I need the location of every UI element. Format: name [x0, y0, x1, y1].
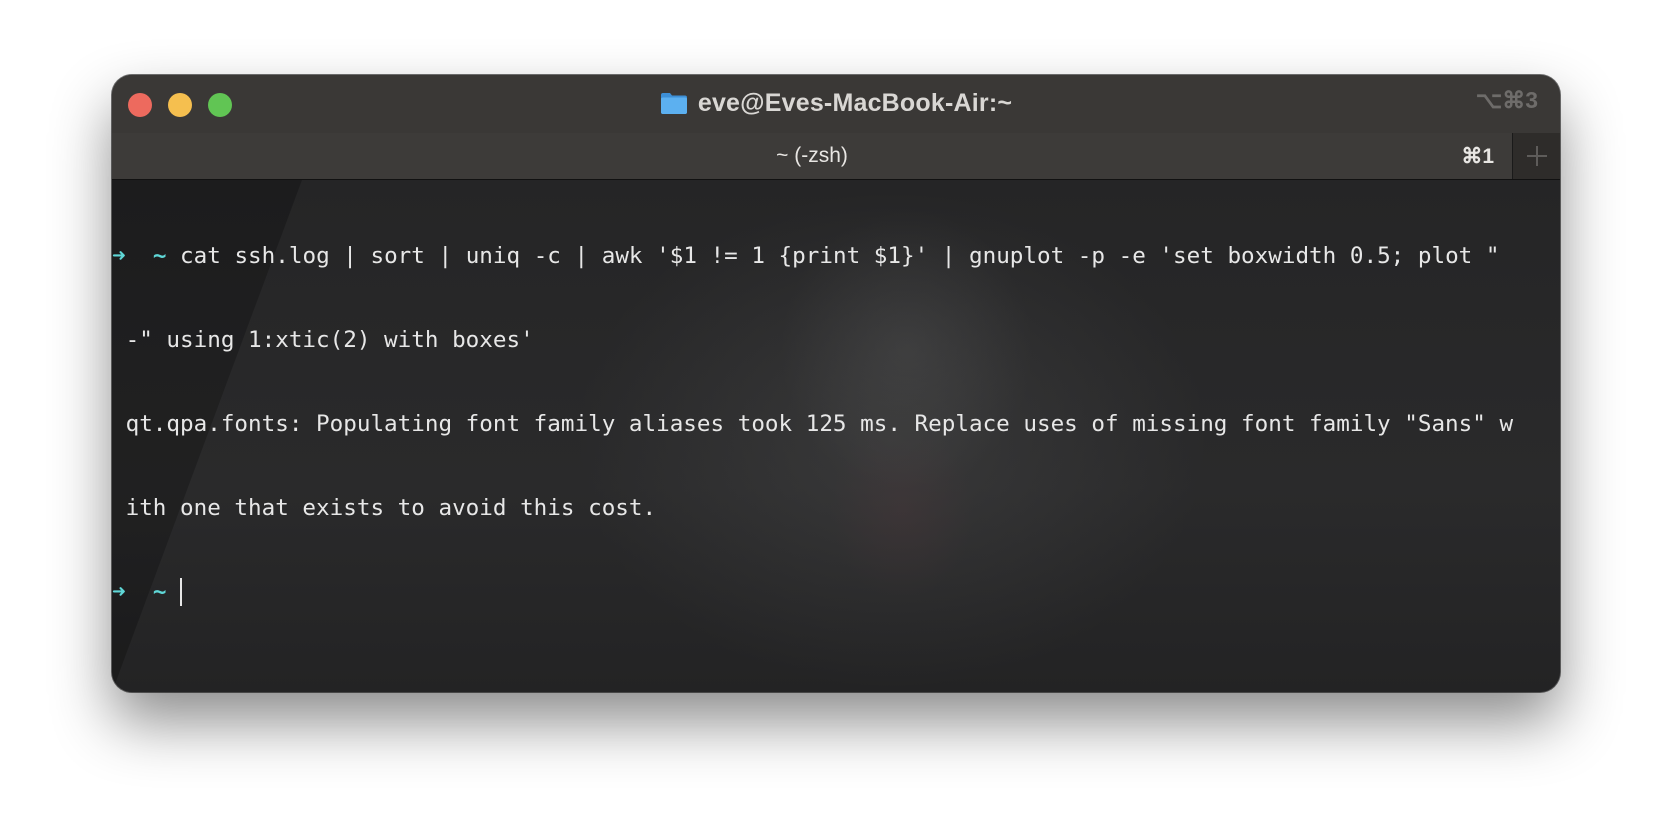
prompt-arrow: ➜ [112, 579, 126, 605]
text-cursor [180, 578, 183, 606]
window-title: eve@Eves-MacBook-Air:~ [697, 88, 1013, 117]
folder-icon [660, 91, 688, 115]
terminal-output[interactable]: ➜ ~ cat ssh.log | sort | uniq -c | awk '… [112, 186, 1560, 662]
tab-zsh[interactable]: ~ (-zsh) ⌘1 [112, 133, 1512, 179]
window-title-group: eve@Eves-MacBook-Air:~ [112, 87, 1560, 119]
output-text-continued: ith one that exists to avoid this cost. [112, 495, 657, 521]
command-text-continued: -" using 1:xtic(2) with boxes' [112, 327, 534, 353]
command-text: cat ssh.log | sort | uniq -c | awk '$1 !… [166, 243, 1500, 269]
terminal-content[interactable]: ➜ ~ cat ssh.log | sort | uniq -c | awk '… [112, 180, 1560, 692]
output-text: qt.qpa.fonts: Populating font family ali… [112, 411, 1514, 437]
command-line-wrap: -" using 1:xtic(2) with boxes' [112, 326, 1560, 354]
output-line: qt.qpa.fonts: Populating font family ali… [112, 410, 1560, 438]
new-tab-button[interactable] [1512, 133, 1560, 179]
plus-icon [1527, 146, 1547, 166]
tab-label: ~ (-zsh) [776, 144, 848, 167]
prompt-arrow: ➜ [112, 243, 126, 269]
title-bar[interactable]: eve@Eves-MacBook-Air:~ ⌥⌘3 [112, 75, 1560, 133]
prompt-line: ➜ ~ [112, 578, 1560, 606]
prompt-dir: ~ [152, 243, 167, 269]
prompt-dir: ~ [152, 579, 167, 605]
terminal-window: eve@Eves-MacBook-Air:~ ⌥⌘3 ~ (-zsh) ⌘1 ➜… [112, 75, 1560, 692]
output-line-wrap: ith one that exists to avoid this cost. [112, 494, 1560, 522]
command-line: ➜ ~ cat ssh.log | sort | uniq -c | awk '… [112, 242, 1560, 270]
window-shortcut: ⌥⌘3 [1475, 87, 1538, 113]
tab-bar: ~ (-zsh) ⌘1 [112, 133, 1560, 180]
tab-shortcut: ⌘1 [1461, 145, 1494, 168]
